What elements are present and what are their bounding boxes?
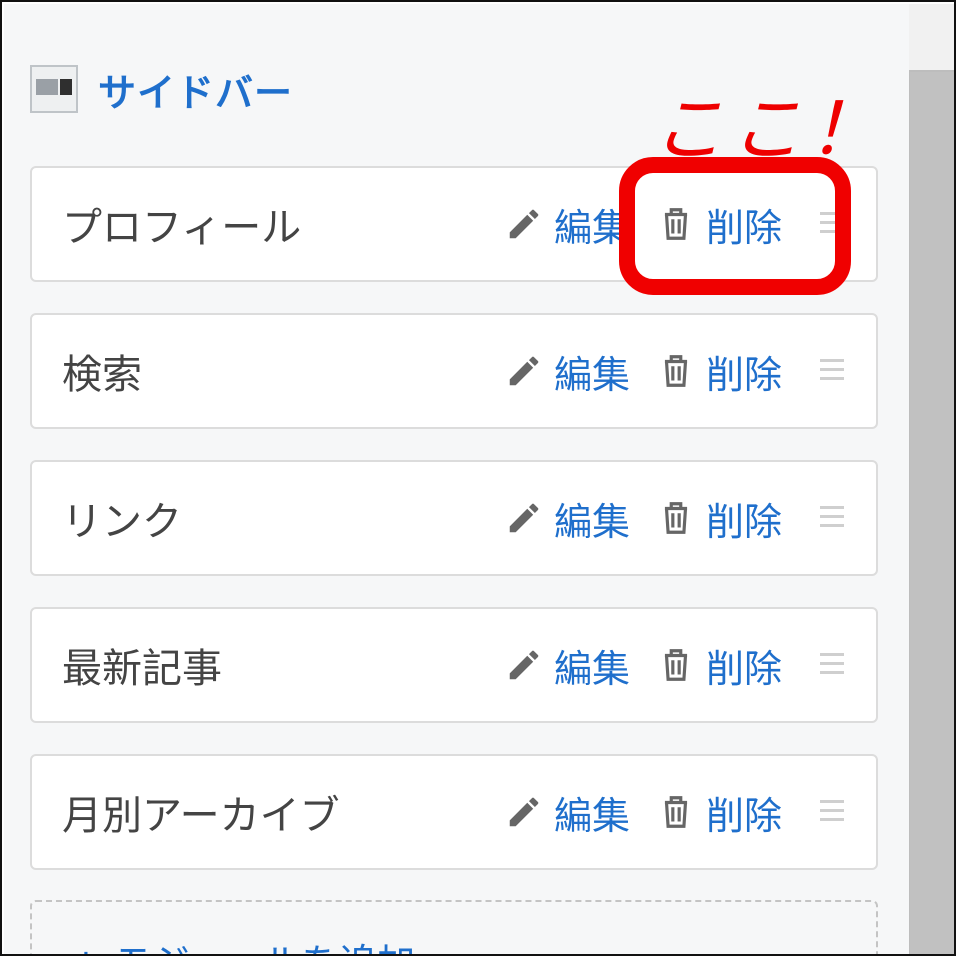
edit-label: 編集 [554, 352, 631, 397]
drag-handle-icon[interactable] [820, 506, 844, 530]
widget-name: 検索 [62, 352, 142, 398]
widget-actions: 編集 削除 [504, 315, 782, 427]
widget-row: 月別アーカイブ 編集 削除 [30, 754, 878, 870]
widget-row: 最新記事 編集 削除 [30, 607, 878, 723]
widget-actions: 編集 削除 [504, 462, 782, 574]
trash-icon [656, 351, 696, 391]
delete-button[interactable]: 削除 [656, 344, 782, 399]
delete-button[interactable]: 削除 [656, 491, 782, 546]
sidebar-title: サイドバー [98, 70, 294, 115]
pencil-icon [504, 204, 544, 244]
widget-row: リンク 編集 削除 [30, 460, 878, 576]
delete-label: 削除 [706, 499, 783, 544]
delete-button[interactable]: 削除 [656, 785, 782, 840]
add-module-label: + モジュールを追加 [70, 932, 415, 954]
widget-name: 最新記事 [62, 646, 222, 692]
pencil-icon [504, 645, 544, 685]
widget-row: 検索 編集 削除 [30, 313, 878, 429]
edit-button[interactable]: 編集 [504, 638, 630, 693]
pencil-icon [504, 792, 544, 832]
edit-button[interactable]: 編集 [504, 344, 630, 399]
widget-actions: 編集 削除 [504, 609, 782, 721]
edit-button[interactable]: 編集 [504, 197, 630, 252]
edit-label: 編集 [554, 499, 631, 544]
widget-name: プロフィール [62, 205, 302, 251]
scrollbar-top [909, 4, 954, 70]
sidebar-layout-icon [30, 65, 78, 113]
edit-button[interactable]: 編集 [504, 491, 630, 546]
edit-label: 編集 [554, 646, 631, 691]
widget-actions: 編集 削除 [504, 756, 782, 868]
drag-handle-icon[interactable] [820, 359, 844, 383]
pencil-icon [504, 498, 544, 538]
add-module-button[interactable]: + モジュールを追加 [30, 900, 878, 954]
delete-label: 削除 [706, 793, 783, 838]
trash-icon [656, 792, 696, 832]
edit-label: 編集 [554, 793, 631, 838]
annotation-highlight-box [619, 157, 851, 295]
screenshot-frame: サイドバー プロフィール 編集 削除 検索 編集 削除 リンク 編集 削除 最新… [0, 0, 956, 956]
delete-label: 削除 [706, 352, 783, 397]
drag-handle-icon[interactable] [820, 800, 844, 824]
edit-button[interactable]: 編集 [504, 785, 630, 840]
pencil-icon [504, 351, 544, 391]
scrollbar-thumb[interactable] [910, 72, 954, 954]
trash-icon [656, 498, 696, 538]
widget-name: 月別アーカイブ [62, 793, 340, 839]
trash-icon [656, 645, 696, 685]
drag-handle-icon[interactable] [820, 653, 844, 677]
delete-button[interactable]: 削除 [656, 638, 782, 693]
delete-label: 削除 [706, 646, 783, 691]
sidebar-header: サイドバー [30, 65, 293, 115]
widget-name: リンク [62, 499, 182, 545]
